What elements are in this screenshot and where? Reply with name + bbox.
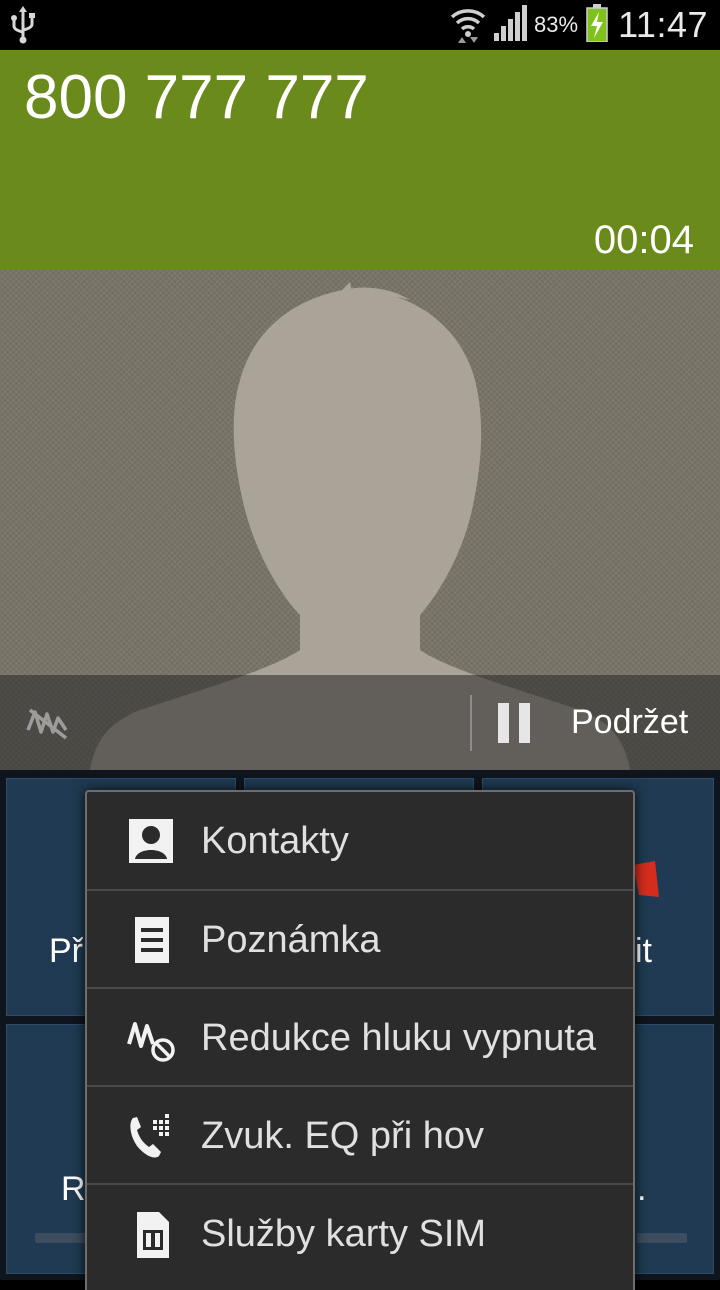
menu-item-label: Služby karty SIM bbox=[201, 1213, 487, 1255]
hold-button-label[interactable]: Podržet bbox=[571, 703, 688, 742]
battery-percent: 83% bbox=[534, 12, 579, 37]
battery-charging-icon bbox=[586, 3, 608, 47]
hold-bar: Podržet bbox=[0, 675, 720, 770]
volume-bar bbox=[637, 1233, 687, 1243]
sim-card-icon bbox=[127, 1210, 177, 1260]
signal-icon bbox=[494, 4, 528, 46]
pause-icon[interactable] bbox=[496, 703, 532, 748]
call-number: 800 777 777 bbox=[24, 63, 369, 132]
call-timer: 00:04 bbox=[593, 218, 694, 262]
divider bbox=[470, 695, 472, 751]
clock: 11:47 bbox=[618, 4, 708, 45]
caller-photo-area: Podržet bbox=[0, 270, 720, 770]
noise-reduction-off-icon[interactable] bbox=[26, 704, 70, 745]
wifi-icon bbox=[448, 3, 488, 48]
call-button-label: R bbox=[61, 1170, 86, 1208]
call-button-label: it bbox=[635, 932, 652, 970]
status-bar: 83% 11:47 bbox=[0, 0, 720, 50]
noise-reduction-icon bbox=[127, 1014, 177, 1064]
call-button-label: . bbox=[637, 1170, 647, 1208]
menu-item-label: Kontakty bbox=[201, 820, 349, 862]
memo-icon bbox=[127, 916, 177, 966]
menu-item-call-eq[interactable]: Zvuk. EQ při hov bbox=[87, 1087, 633, 1185]
menu-item-memo[interactable]: Poznámka bbox=[87, 891, 633, 989]
call-button-label: Př bbox=[49, 932, 83, 970]
usb-icon bbox=[8, 6, 38, 49]
contact-icon bbox=[127, 817, 177, 867]
call-header: 800 777 777 00:04 bbox=[0, 50, 720, 270]
end-call-marker-icon bbox=[633, 861, 659, 897]
menu-item-noise-reduction[interactable]: Redukce hluku vypnuta bbox=[87, 989, 633, 1087]
call-eq-icon bbox=[127, 1112, 177, 1162]
menu-item-sim-services[interactable]: Služby karty SIM bbox=[87, 1185, 633, 1283]
menu-item-label: Zvuk. EQ při hov bbox=[201, 1115, 484, 1157]
menu-item-label: Poznámka bbox=[201, 919, 381, 961]
menu-item-label: Redukce hluku vypnuta bbox=[201, 1017, 597, 1059]
options-menu: Kontakty Poznámka Redukce hluku vypnuta bbox=[85, 790, 635, 1290]
menu-item-contacts[interactable]: Kontakty bbox=[87, 792, 633, 890]
